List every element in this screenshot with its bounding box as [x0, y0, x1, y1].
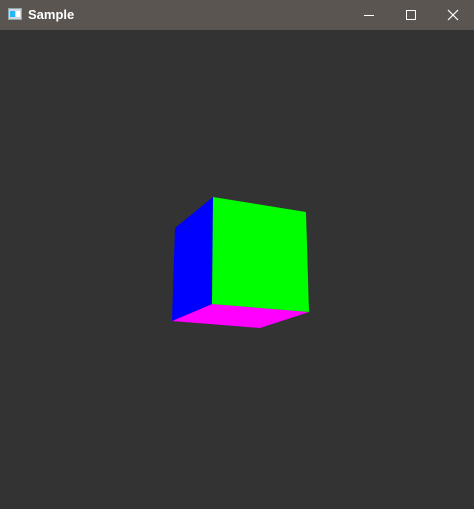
close-icon — [447, 9, 459, 21]
close-button[interactable] — [432, 0, 474, 30]
cube-face-left — [172, 197, 213, 321]
app-window: Sample — [0, 0, 474, 504]
maximize-button[interactable] — [390, 0, 432, 30]
render-viewport[interactable] — [0, 30, 474, 504]
cube-face-front — [212, 197, 309, 312]
title-bar[interactable]: Sample — [0, 0, 474, 30]
minimize-button[interactable] — [348, 0, 390, 30]
maximize-icon — [406, 10, 416, 20]
window-title: Sample — [28, 7, 75, 22]
cube-canvas — [172, 197, 309, 328]
app-window-icon — [8, 8, 22, 20]
minimize-icon — [364, 15, 374, 16]
